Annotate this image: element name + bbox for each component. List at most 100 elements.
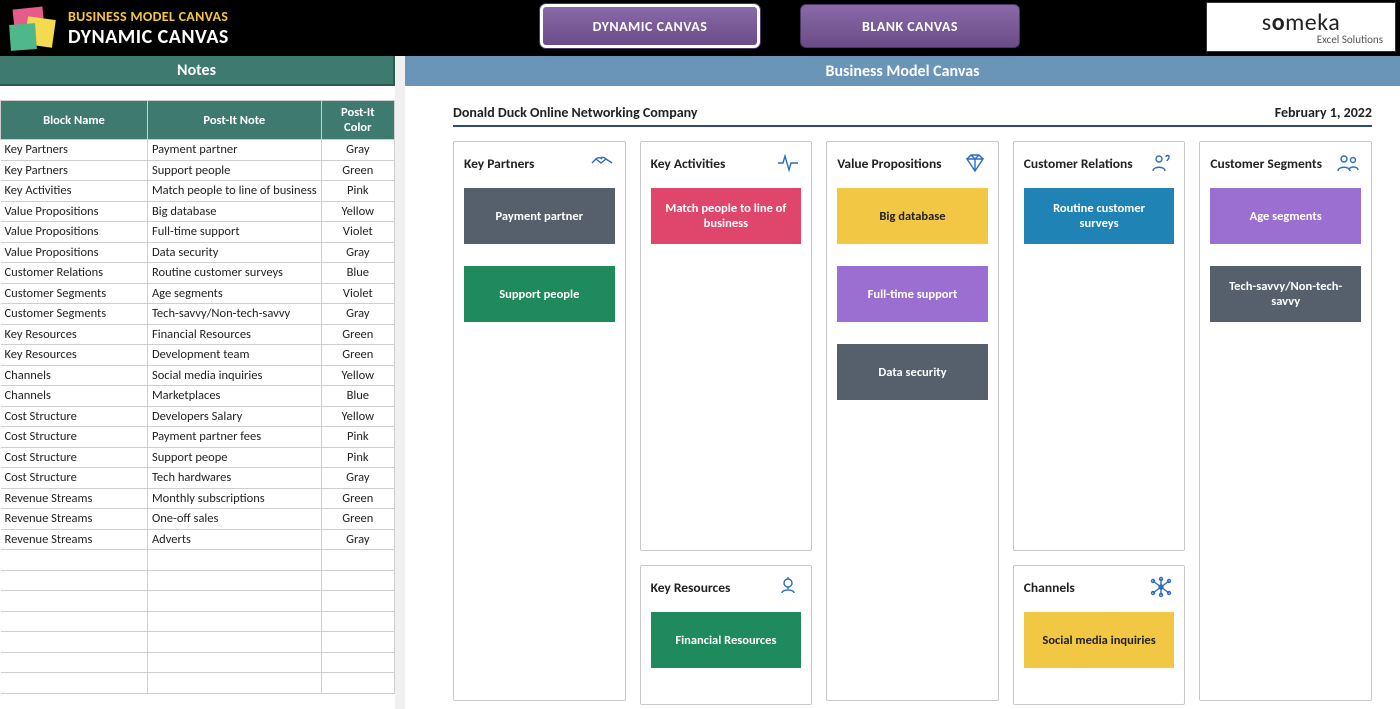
table-row[interactable] — [1, 632, 395, 653]
table-cell[interactable]: Green — [321, 324, 394, 345]
table-cell[interactable] — [321, 570, 394, 591]
table-cell[interactable]: Gray — [321, 140, 394, 161]
table-cell[interactable] — [147, 550, 321, 571]
table-cell[interactable]: Support people — [147, 160, 321, 181]
table-cell[interactable]: Customer Segments — [1, 304, 148, 325]
table-cell[interactable]: Key Activities — [1, 181, 148, 202]
table-cell[interactable] — [147, 591, 321, 612]
table-row[interactable]: Customer RelationsRoutine customer surve… — [1, 263, 395, 284]
table-cell[interactable]: Green — [321, 345, 394, 366]
table-cell[interactable]: Cost Structure — [1, 406, 148, 427]
table-cell[interactable]: Full-time support — [147, 222, 321, 243]
table-cell[interactable]: Tech hardwares — [147, 468, 321, 489]
table-cell[interactable]: Customer Segments — [1, 283, 148, 304]
table-cell[interactable]: Adverts — [147, 529, 321, 550]
table-row[interactable]: Key PartnersSupport peopleGreen — [1, 160, 395, 181]
table-cell[interactable]: Gray — [321, 242, 394, 263]
table-cell[interactable] — [321, 550, 394, 571]
table-row[interactable] — [1, 611, 395, 632]
table-cell[interactable]: Cost Structure — [1, 427, 148, 448]
table-cell[interactable]: Gray — [321, 529, 394, 550]
table-cell[interactable]: Green — [321, 160, 394, 181]
table-cell[interactable]: Violet — [321, 283, 394, 304]
table-cell[interactable]: Age segments — [147, 283, 321, 304]
table-cell[interactable]: Pink — [321, 447, 394, 468]
table-cell[interactable]: Green — [321, 488, 394, 509]
table-cell[interactable] — [147, 570, 321, 591]
postit-social-media[interactable]: Social media inquiries — [1024, 612, 1175, 668]
table-row[interactable]: Customer SegmentsAge segmentsViolet — [1, 283, 395, 304]
table-cell[interactable]: Payment partner — [147, 140, 321, 161]
table-cell[interactable]: Tech-savvy/Non-tech-savvy — [147, 304, 321, 325]
postit-big-database[interactable]: Big database — [837, 188, 988, 244]
table-cell[interactable]: Value Propositions — [1, 201, 148, 222]
table-row[interactable]: Revenue StreamsMonthly subscriptionsGree… — [1, 488, 395, 509]
table-cell[interactable]: Financial Resources — [147, 324, 321, 345]
table-row[interactable] — [1, 550, 395, 571]
table-cell[interactable]: Developers Salary — [147, 406, 321, 427]
table-cell[interactable] — [321, 673, 394, 694]
table-row[interactable]: Key PartnersPayment partnerGray — [1, 140, 395, 161]
table-cell[interactable]: Social media inquiries — [147, 365, 321, 386]
table-cell[interactable]: Key Resources — [1, 345, 148, 366]
table-cell[interactable]: Customer Relations — [1, 263, 148, 284]
table-row[interactable]: Cost StructureTech hardwaresGray — [1, 468, 395, 489]
table-row[interactable]: Value PropositionsBig databaseYellow — [1, 201, 395, 222]
table-cell[interactable]: Yellow — [321, 406, 394, 427]
postit-data-security[interactable]: Data security — [837, 344, 988, 400]
table-cell[interactable]: Support peope — [147, 447, 321, 468]
table-cell[interactable] — [147, 632, 321, 653]
table-cell[interactable]: One-off sales — [147, 509, 321, 530]
table-cell[interactable] — [1, 632, 148, 653]
postit-full-time-support[interactable]: Full-time support — [837, 266, 988, 322]
table-cell[interactable] — [321, 652, 394, 673]
table-cell[interactable]: Blue — [321, 386, 394, 407]
table-cell[interactable]: Yellow — [321, 365, 394, 386]
table-cell[interactable]: Key Partners — [1, 160, 148, 181]
table-row[interactable]: Cost StructureSupport peopePink — [1, 447, 395, 468]
postit-age-segments[interactable]: Age segments — [1210, 188, 1361, 244]
table-cell[interactable] — [1, 570, 148, 591]
table-cell[interactable] — [1, 550, 148, 571]
table-row[interactable]: ChannelsSocial media inquiriesYellow — [1, 365, 395, 386]
table-cell[interactable]: Green — [321, 509, 394, 530]
brand-logo[interactable]: someka Excel Solutions — [1206, 2, 1396, 52]
table-row[interactable]: Revenue StreamsOne-off salesGreen — [1, 509, 395, 530]
table-cell[interactable]: Gray — [321, 468, 394, 489]
table-cell[interactable]: Cost Structure — [1, 468, 148, 489]
table-cell[interactable] — [147, 652, 321, 673]
table-cell[interactable]: Value Propositions — [1, 222, 148, 243]
table-cell[interactable]: Value Propositions — [1, 242, 148, 263]
postit-match-people[interactable]: Match people to line of business — [651, 188, 802, 244]
table-cell[interactable]: Data security — [147, 242, 321, 263]
table-cell[interactable]: Channels — [1, 386, 148, 407]
table-cell[interactable] — [321, 611, 394, 632]
table-row[interactable]: Value PropositionsFull-time supportViole… — [1, 222, 395, 243]
table-cell[interactable] — [321, 591, 394, 612]
table-cell[interactable]: Revenue Streams — [1, 509, 148, 530]
table-row[interactable]: Key ActivitiesMatch people to line of bu… — [1, 181, 395, 202]
table-row[interactable]: Value PropositionsData securityGray — [1, 242, 395, 263]
table-cell[interactable] — [1, 591, 148, 612]
postit-financial-resources[interactable]: Financial Resources — [651, 612, 802, 668]
table-cell[interactable]: Routine customer surveys — [147, 263, 321, 284]
table-row[interactable]: Cost StructureDevelopers SalaryYellow — [1, 406, 395, 427]
table-cell[interactable] — [1, 652, 148, 673]
table-row[interactable]: Cost StructurePayment partner feesPink — [1, 427, 395, 448]
table-cell[interactable]: Cost Structure — [1, 447, 148, 468]
table-cell[interactable]: Yellow — [321, 201, 394, 222]
table-cell[interactable]: Revenue Streams — [1, 488, 148, 509]
table-cell[interactable]: Gray — [321, 304, 394, 325]
table-cell[interactable]: Key Partners — [1, 140, 148, 161]
table-cell[interactable] — [1, 611, 148, 632]
table-row[interactable] — [1, 673, 395, 694]
table-row[interactable] — [1, 570, 395, 591]
nav-dynamic-canvas-button[interactable]: DYNAMIC CANVAS — [540, 4, 760, 48]
table-cell[interactable]: Pink — [321, 427, 394, 448]
table-cell[interactable] — [147, 673, 321, 694]
table-cell[interactable] — [321, 632, 394, 653]
table-cell[interactable]: Payment partner fees — [147, 427, 321, 448]
table-row[interactable] — [1, 591, 395, 612]
table-cell[interactable]: Revenue Streams — [1, 529, 148, 550]
table-cell[interactable] — [147, 611, 321, 632]
